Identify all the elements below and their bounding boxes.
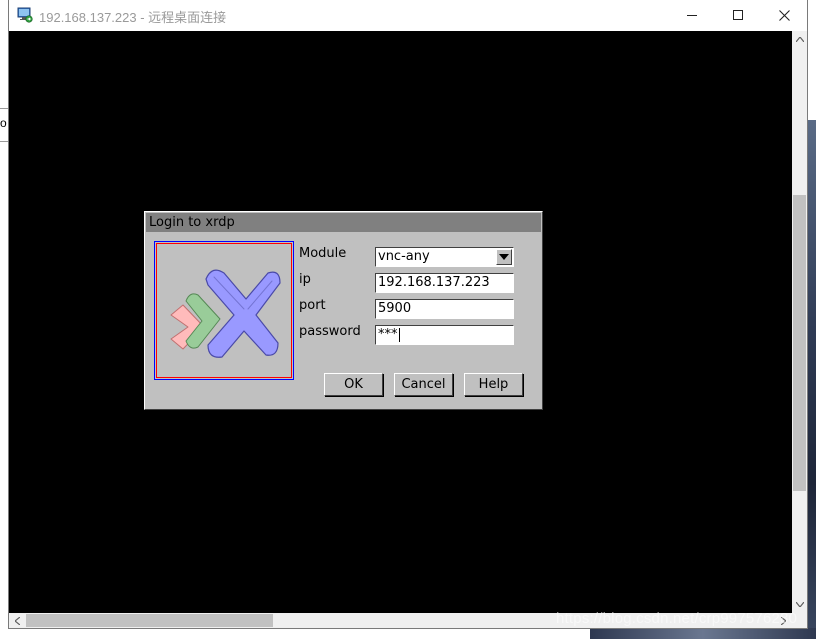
chevron-left-icon — [15, 616, 20, 625]
module-value: vnc-any — [378, 249, 430, 264]
horizontal-scroll-thumb[interactable] — [26, 614, 273, 627]
close-icon — [778, 9, 790, 21]
xrdp-logo-icon — [170, 269, 281, 358]
chevron-down-icon — [795, 602, 804, 607]
remote-desktop-window: 192.168.137.223 - 远程桌面连接 Login to xrdp M… — [8, 0, 808, 629]
scroll-left-button[interactable] — [9, 613, 26, 628]
port-value: 5900 — [378, 301, 412, 316]
vertical-scrollbar[interactable] — [792, 31, 807, 613]
desktop-wallpaper — [808, 120, 816, 639]
password-value: *** — [378, 327, 398, 342]
minimize-icon — [687, 15, 697, 16]
ok-button[interactable]: OK — [324, 373, 383, 396]
ip-value: 192.168.137.223 — [378, 275, 490, 290]
xrdp-login-dialog: Login to xrdp Module vnc-any ip 192.168.… — [144, 211, 543, 410]
close-button[interactable] — [761, 0, 807, 30]
dropdown-button[interactable] — [496, 249, 512, 265]
scroll-up-button[interactable] — [792, 31, 807, 48]
help-button[interactable]: Help — [464, 373, 523, 396]
maximize-button[interactable] — [715, 0, 761, 30]
maximize-icon — [733, 10, 743, 20]
chevron-down-icon — [499, 254, 509, 260]
dialog-title[interactable]: Login to xrdp — [146, 213, 541, 232]
desktop-wallpaper-bottom — [590, 628, 816, 639]
port-label: port — [299, 298, 326, 313]
logo-frame — [154, 241, 294, 380]
cancel-button[interactable]: Cancel — [394, 373, 453, 396]
background-text-fragment: o — [0, 116, 7, 130]
chevron-up-icon — [795, 37, 804, 42]
watermark: https://blog.csdn.net/crp997576280 — [556, 610, 798, 627]
password-input[interactable]: *** — [375, 325, 514, 345]
ip-input[interactable]: 192.168.137.223 — [375, 273, 514, 293]
window-title: 192.168.137.223 - 远程桌面连接 — [39, 10, 227, 25]
text-cursor — [398, 327, 400, 342]
port-input[interactable]: 5900 — [375, 299, 514, 319]
vertical-scroll-thumb[interactable] — [793, 195, 806, 491]
minimize-button[interactable] — [669, 0, 715, 30]
password-label: password — [299, 324, 361, 339]
module-label: Module — [299, 246, 347, 261]
remote-desktop-icon[interactable] — [17, 7, 33, 23]
ip-label: ip — [299, 272, 311, 287]
remote-screen[interactable]: Login to xrdp Module vnc-any ip 192.168.… — [9, 31, 792, 613]
title-bar[interactable]: 192.168.137.223 - 远程桌面连接 — [9, 0, 807, 31]
module-select[interactable]: vnc-any — [375, 247, 514, 267]
